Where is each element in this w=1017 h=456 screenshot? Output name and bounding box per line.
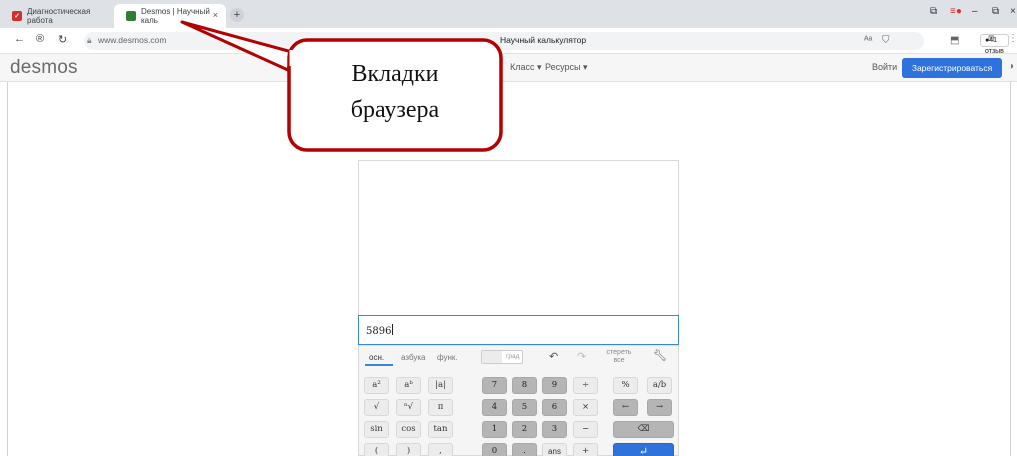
- nav-resources-dropdown[interactable]: Ресурсы ▾: [545, 62, 588, 73]
- key[interactable]: ⁿ√: [396, 399, 421, 416]
- key[interactable]: ans: [542, 443, 567, 456]
- page-border-right: [1010, 82, 1011, 456]
- clear-all-button[interactable]: стереть все: [605, 349, 633, 365]
- key[interactable]: ,: [428, 443, 453, 456]
- expression-text: 5896: [366, 324, 394, 337]
- bookmark-icon[interactable]: ⬒: [950, 35, 959, 46]
- screen: { "browser": { "tabs": [ {"label": "Диаг…: [0, 0, 1017, 456]
- key[interactable]: 2: [512, 421, 537, 438]
- key[interactable]: (: [364, 443, 389, 456]
- key[interactable]: 7: [482, 377, 507, 394]
- login-link[interactable]: Войти: [872, 62, 897, 72]
- key[interactable]: ×: [573, 399, 598, 416]
- keypad-tab-abc[interactable]: азбука: [401, 353, 425, 362]
- key[interactable]: %: [613, 377, 638, 394]
- key[interactable]: √: [364, 399, 389, 416]
- reviews-badge[interactable]: ●41 отзыв: [980, 34, 1009, 55]
- checkbox-favicon-icon: ✓: [12, 11, 22, 21]
- key[interactable]: 1: [482, 421, 507, 438]
- desmos-favicon-icon: [126, 11, 136, 21]
- page-title-in-address: Научный калькулятор: [500, 35, 587, 45]
- yandex-icon[interactable]: ®: [36, 33, 44, 45]
- key[interactable]: ⌫: [613, 421, 674, 438]
- address-bar-row: ← ® ↻ 🔒︎ www.desmos.com Научный калькуля…: [0, 28, 1017, 55]
- key[interactable]: |a|: [428, 377, 453, 394]
- key[interactable]: 5: [512, 399, 537, 416]
- keypad-tab-main[interactable]: осн.: [369, 353, 384, 362]
- bookmarks-window-icon[interactable]: ⧉: [930, 6, 937, 17]
- notifications-icon[interactable]: ≡●: [950, 6, 962, 17]
- key[interactable]: ←: [613, 399, 638, 416]
- active-tab-indicator: [365, 364, 393, 366]
- key[interactable]: cos: [396, 421, 421, 438]
- key[interactable]: −: [573, 421, 598, 438]
- desmos-header: desmos Класс ▾ Ресурсы ▾ Войти Зарегистр…: [0, 54, 1017, 82]
- nav-class-dropdown[interactable]: Класс ▾: [510, 62, 542, 73]
- lock-icon: 🔒︎: [87, 35, 92, 45]
- key[interactable]: a²: [364, 377, 389, 394]
- key[interactable]: a/b: [647, 377, 672, 394]
- tab-label: Диагностическая работа: [27, 7, 91, 25]
- key[interactable]: tan: [428, 421, 453, 438]
- key[interactable]: π: [428, 399, 453, 416]
- close-window-icon[interactable]: ×: [1010, 6, 1016, 17]
- reload-icon[interactable]: ↻: [58, 33, 67, 46]
- key[interactable]: ): [396, 443, 421, 456]
- restore-icon[interactable]: ⧉: [992, 6, 999, 17]
- key[interactable]: ↵: [613, 443, 674, 456]
- url-text: www.desmos.com: [98, 35, 167, 45]
- wrench-settings-icon[interactable]: 🔧︎: [653, 349, 667, 362]
- key[interactable]: 9: [542, 377, 567, 394]
- browser-tab-strip: ✓ Диагностическая работа Desmos | Научны…: [0, 0, 1017, 28]
- key[interactable]: aᵇ: [396, 377, 421, 394]
- key[interactable]: 6: [542, 399, 567, 416]
- back-arrow-icon[interactable]: ←: [14, 33, 25, 45]
- downloads-icon[interactable]: ⧈: [988, 33, 994, 44]
- settings-icon[interactable]: ◑: [1008, 61, 1014, 72]
- signup-button[interactable]: Зарегистрироваться: [902, 58, 1002, 78]
- key[interactable]: ÷: [573, 377, 598, 394]
- key[interactable]: +: [573, 443, 598, 456]
- key[interactable]: →: [647, 399, 672, 416]
- desmos-logo[interactable]: desmos: [10, 57, 78, 79]
- close-tab-icon[interactable]: ×: [213, 10, 218, 20]
- address-field[interactable]: 🔒︎ www.desmos.com Научный калькулятор ᴬᵃ…: [84, 32, 1009, 55]
- protect-icon[interactable]: ⛉: [882, 35, 890, 46]
- keypad: осн. азбука функ. град ↶ ↷ стереть все 🔧…: [359, 345, 678, 456]
- key[interactable]: sin: [364, 421, 389, 438]
- undo-icon[interactable]: ↶: [549, 350, 558, 363]
- key[interactable]: 8: [512, 377, 537, 394]
- key[interactable]: 0: [482, 443, 507, 456]
- browser-tab-desmos[interactable]: Desmos | Научный каль ×: [114, 4, 226, 28]
- new-tab-button[interactable]: +: [230, 8, 244, 22]
- minimize-icon[interactable]: –: [972, 6, 978, 17]
- menu-icon[interactable]: ⋮: [1008, 33, 1017, 44]
- scientific-calculator: 5896 осн. азбука функ. град ↶ ↷ стереть …: [358, 160, 679, 456]
- keypad-tab-functions[interactable]: функ.: [437, 353, 458, 362]
- translate-icon[interactable]: ᴬᵃ: [864, 35, 872, 46]
- redo-icon[interactable]: ↷: [577, 350, 586, 363]
- expression-input[interactable]: 5896: [358, 315, 679, 345]
- key[interactable]: 4: [482, 399, 507, 416]
- browser-tab-diagnostic[interactable]: ✓ Диагностическая работа: [0, 4, 118, 28]
- page-border-left: [7, 82, 8, 456]
- text-caret: [392, 324, 394, 335]
- callout-text: Вкладки браузера: [350, 61, 440, 123]
- calculator-history-area: [359, 161, 678, 315]
- key[interactable]: 3: [542, 421, 567, 438]
- angle-mode-toggle[interactable]: град: [481, 350, 523, 364]
- key[interactable]: .: [512, 443, 537, 456]
